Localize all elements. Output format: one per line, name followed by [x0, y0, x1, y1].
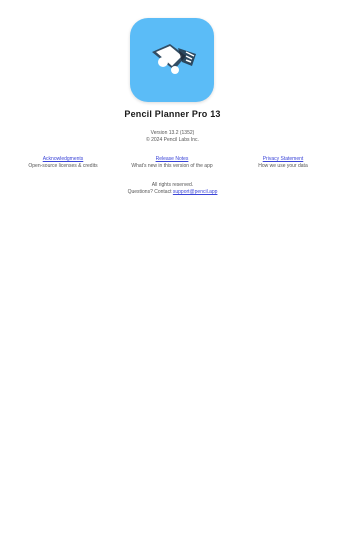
- app-icon: [130, 18, 214, 102]
- privacy-section: Privacy Statement How we use your data: [238, 156, 328, 169]
- release-notes-desc: What's new in this version of the app: [131, 162, 213, 169]
- privacy-desc: How we use your data: [258, 162, 308, 169]
- acknowledgments-desc: Open-source licenses & credits: [28, 162, 98, 169]
- app-title: Pencil Planner Pro 13: [124, 109, 221, 119]
- contact-line: Questions? Contact support@pencil.app: [0, 189, 345, 195]
- version-text: Version 13.2 (1352): [150, 130, 195, 136]
- about-window: Pencil Planner Pro 13 Version 13.2 (1352…: [0, 0, 345, 533]
- copyright-text: © 2024 Pencil Labs Inc.: [146, 137, 199, 143]
- rights-text: All rights reserved.: [151, 182, 194, 188]
- acknowledgments-section: Acknowledgments Open-source licenses & c…: [18, 156, 108, 169]
- release-notes-section: Release Notes What's new in this version…: [118, 156, 226, 169]
- support-email-link[interactable]: support@pencil.app: [173, 189, 218, 195]
- contact-prefix: Questions? Contact: [127, 189, 172, 195]
- paint-brush-icon: [152, 44, 196, 74]
